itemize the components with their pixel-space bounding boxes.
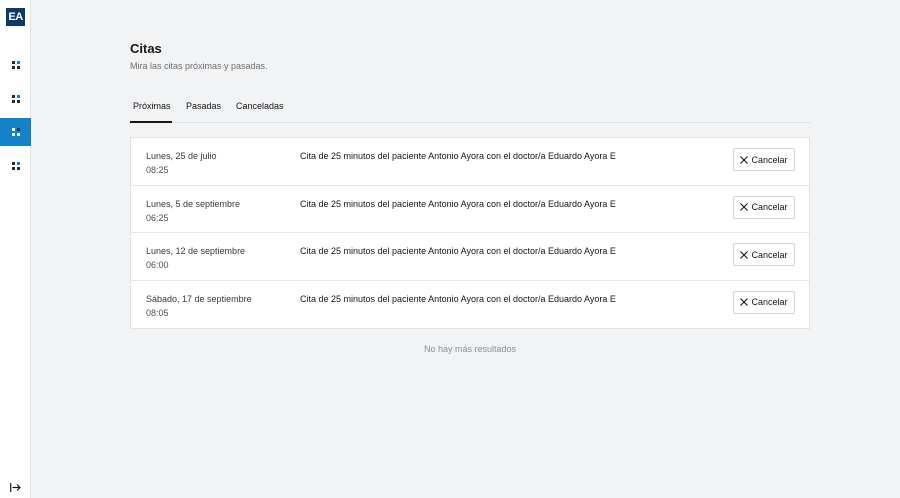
list-item: Sábado, 17 de septiembre 08:05 Cita de 2… [131, 281, 809, 329]
grid-icon [11, 61, 20, 69]
appointment-time: 06:25 [146, 212, 169, 223]
list-item: Lunes, 5 de septiembre 06:25 Cita de 25 … [131, 186, 809, 233]
no-more-results: No hay más resultados [423, 344, 517, 354]
appointment-date: Lunes, 25 de julio [146, 151, 217, 161]
logout-button[interactable] [6, 480, 24, 494]
list-item: Lunes, 25 de julio 08:25 Cita de 25 minu… [131, 138, 809, 186]
sidebar-item-1[interactable] [0, 51, 31, 79]
cancel-button[interactable]: Cancelar [733, 243, 795, 266]
appointment-description: Cita de 25 minutos del paciente Antonio … [300, 293, 616, 304]
cancel-button-label: Cancelar [751, 202, 788, 212]
sidebar-item-3[interactable] [0, 118, 31, 146]
appointment-description: Cita de 25 minutos del paciente Antonio … [300, 246, 616, 256]
appointment-date: Sábado, 17 de septiembre [146, 293, 252, 304]
cancel-button-label: Cancelar [751, 297, 788, 307]
appointment-time: 08:25 [146, 165, 169, 175]
list-item: Lunes, 12 de septiembre 06:00 Cita de 25… [131, 233, 809, 281]
cancel-button[interactable]: Cancelar [733, 290, 795, 314]
cancel-button[interactable]: Cancelar [733, 148, 795, 171]
logout-icon [9, 482, 21, 492]
cancel-button[interactable]: Cancelar [733, 195, 795, 219]
tab-pasadas[interactable]: Pasadas [186, 97, 221, 123]
close-icon [740, 155, 749, 164]
tab-proximas[interactable]: Próximas [130, 97, 172, 123]
main-content: Citas Mira las citas próximas y pasadas.… [130, 40, 810, 354]
app-logo: EA [6, 8, 25, 26]
cancel-button-label: Cancelar [751, 154, 788, 165]
sidebar: EA [0, 0, 31, 498]
tab-canceladas[interactable]: Canceladas [236, 97, 284, 123]
page-title: Citas [130, 41, 162, 56]
sidebar-item-4[interactable] [0, 152, 31, 180]
cancel-button-label: Cancelar [751, 249, 788, 260]
close-icon [740, 250, 749, 259]
appointments-list: Lunes, 25 de julio 08:25 Cita de 25 minu… [130, 137, 810, 329]
appointment-description: Cita de 25 minutos del paciente Antonio … [300, 151, 616, 161]
appointment-time: 06:00 [146, 260, 169, 270]
page-subtitle: Mira las citas próximas y pasadas. [130, 61, 268, 71]
grid-icon [11, 128, 20, 136]
appointment-date: Lunes, 12 de septiembre [146, 246, 246, 256]
appointment-date: Lunes, 5 de septiembre [146, 198, 241, 209]
tab-bar: Próximas Pasadas Canceladas [130, 97, 810, 123]
appointment-time: 08:05 [146, 307, 169, 318]
close-icon [740, 203, 749, 211]
grid-icon [11, 95, 20, 103]
close-icon [740, 298, 749, 306]
sidebar-item-2[interactable] [0, 85, 31, 113]
grid-icon [11, 162, 20, 170]
appointment-description: Cita de 25 minutos del paciente Antonio … [300, 198, 616, 209]
